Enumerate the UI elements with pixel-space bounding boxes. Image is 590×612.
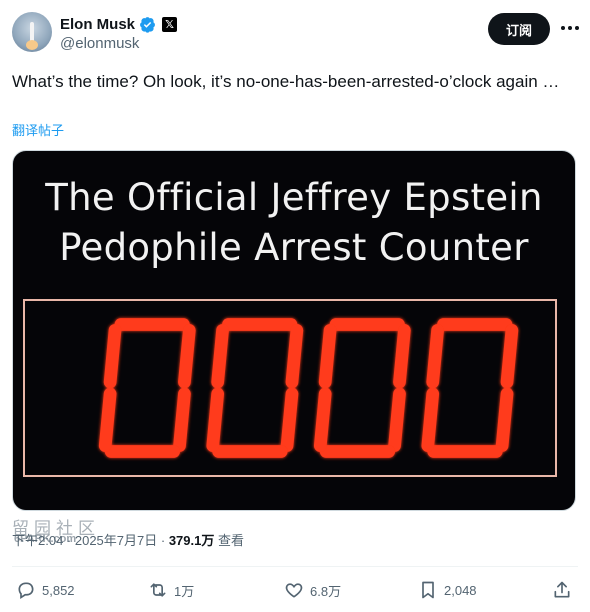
counter-digit	[206, 318, 304, 458]
author-name-row: Elon Musk 𝕏	[60, 14, 178, 34]
more-options-icon[interactable]	[558, 16, 582, 40]
verified-badge-icon	[140, 16, 155, 33]
digit-segment	[280, 387, 299, 453]
retweet-icon	[150, 583, 166, 597]
digit-segment	[313, 387, 332, 453]
reply-button[interactable]: 5,852	[16, 580, 75, 600]
divider	[12, 566, 578, 567]
digit-segment	[211, 323, 229, 389]
tweet-actions: 5,852 1万 6.8万 2,048	[12, 578, 578, 606]
media-title-line2: Pedophile Arrest Counter	[59, 226, 529, 269]
meta-separator: ·	[160, 533, 169, 548]
digit-segment	[426, 323, 444, 389]
subscribe-button[interactable]: 订阅	[488, 13, 550, 45]
bookmark-icon	[422, 581, 434, 599]
tweet-media-image[interactable]: The Official Jeffrey Epstein Pedophile A…	[12, 150, 576, 511]
rocket-graphic	[30, 22, 34, 42]
digit-segment	[285, 323, 304, 389]
digit-segment	[421, 387, 440, 453]
translate-post-link[interactable]: 翻译帖子	[12, 120, 64, 139]
avatar[interactable]	[12, 12, 52, 52]
views-label: 查看	[218, 533, 245, 548]
digit-segment	[495, 387, 514, 453]
bookmark-button[interactable]: 2,048	[418, 580, 477, 600]
digit-segment	[388, 387, 406, 453]
share-button[interactable]	[552, 580, 572, 600]
reply-count: 5,852	[42, 582, 75, 598]
author-handle[interactable]: @elonmusk	[60, 35, 139, 52]
media-title-line1: The Official Jeffrey Epstein	[45, 176, 543, 219]
ellipsis-icon	[561, 26, 579, 30]
bookmark-count: 2,048	[444, 582, 477, 598]
digit-segment	[178, 323, 196, 389]
digit-segment	[500, 323, 519, 389]
heart-icon	[285, 583, 303, 598]
retweet-count: 1万	[174, 583, 195, 599]
author-name[interactable]: Elon Musk	[60, 16, 135, 33]
counter-digit	[421, 318, 519, 458]
digit-segment	[318, 323, 337, 389]
counter-digit	[98, 318, 196, 458]
digit-segment	[173, 387, 191, 453]
tweet-meta: 下午2:04 · 2025年7月7日 · 379.1万 查看	[12, 530, 244, 549]
share-icon	[554, 581, 570, 598]
tweet-header: Elon Musk 𝕏 @elonmusk 订阅	[12, 12, 579, 56]
media-title: The Official Jeffrey Epstein Pedophile A…	[13, 173, 575, 273]
counter-digits	[98, 318, 519, 458]
like-button[interactable]: 6.8万	[284, 580, 341, 600]
retweet-button[interactable]: 1万	[148, 580, 194, 600]
digit-segment	[206, 387, 225, 453]
reply-icon	[18, 582, 34, 600]
rocket-plume-graphic	[26, 40, 38, 50]
views-count: 379.1万	[168, 533, 215, 548]
x-affiliation-icon: 𝕏	[162, 16, 178, 32]
tweet-text: What’s the time? Oh look, it’s no-one-ha…	[12, 72, 560, 91]
digit-segment	[98, 387, 117, 453]
tweet-timestamp[interactable]: 下午2:04 · 2025年7月7日	[12, 533, 157, 548]
like-count: 6.8万	[310, 583, 342, 599]
arrest-counter-display	[23, 299, 557, 477]
counter-digit	[313, 318, 411, 458]
digit-segment	[103, 323, 122, 389]
digit-segment	[393, 323, 411, 389]
